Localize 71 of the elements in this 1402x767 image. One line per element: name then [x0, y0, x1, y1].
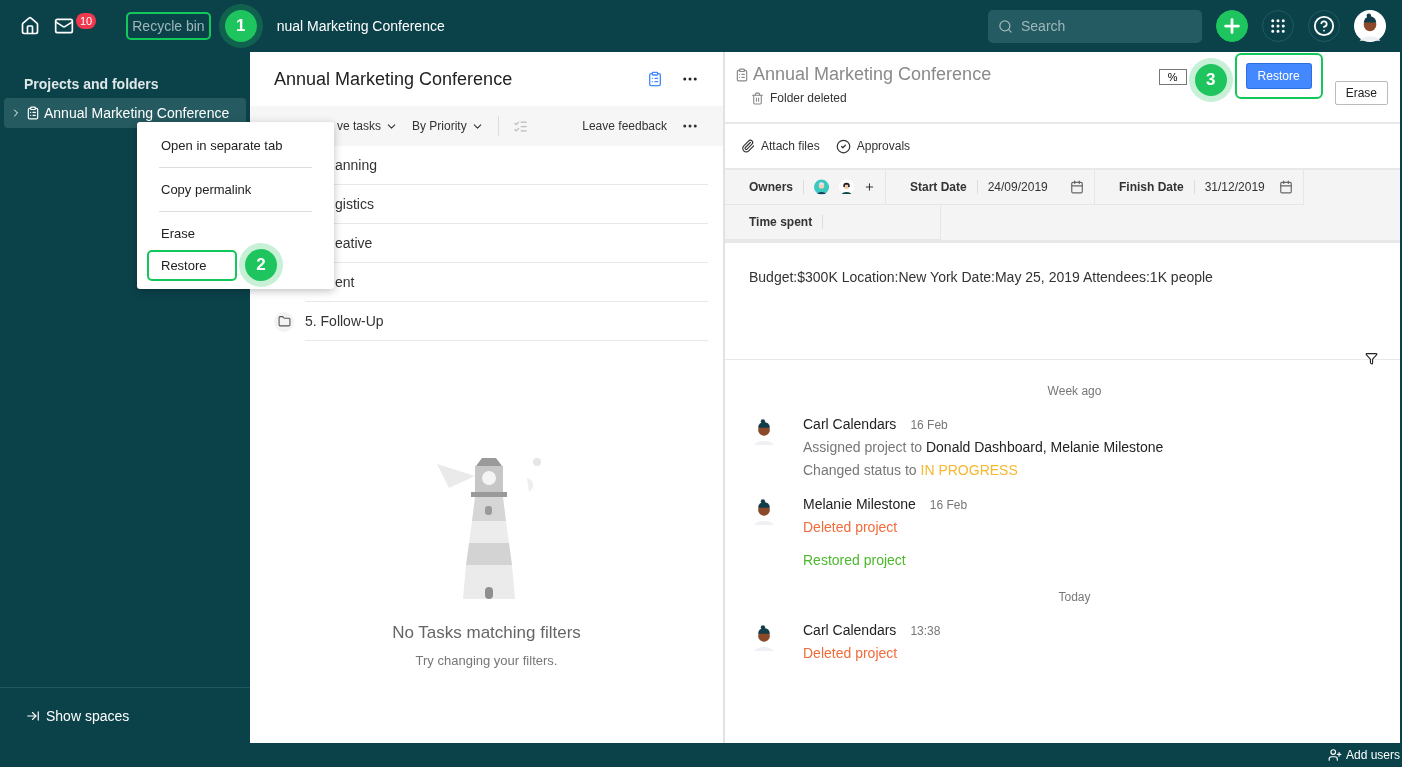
- home-icon[interactable]: [20, 16, 40, 36]
- approvals-button[interactable]: Approvals: [835, 138, 911, 154]
- status-label: Folder deleted: [770, 91, 847, 105]
- feedback-link[interactable]: Leave feedback: [582, 119, 667, 133]
- field-label: Start Date: [910, 180, 978, 194]
- plus-icon: [1221, 15, 1243, 37]
- empty-state-title: No Tasks matching filters: [392, 623, 581, 643]
- sidebar-item[interactable]: Annual Marketing Conference: [4, 98, 246, 128]
- folder-row[interactable]: ent: [305, 263, 708, 302]
- help-icon: [1313, 15, 1335, 37]
- attach-files-button[interactable]: Attach files: [741, 139, 820, 153]
- empty-state-hint: Try changing your filters.: [415, 653, 558, 668]
- sidebar-heading: Projects and folders: [23, 75, 160, 94]
- project-icon: [26, 106, 40, 120]
- sidebar-item-label: Annual Marketing Conference: [44, 105, 230, 121]
- field-label: Time spent: [749, 215, 824, 229]
- author-name: Carl Calendars: [803, 622, 897, 638]
- user-avatar: [1354, 10, 1386, 42]
- calendar-icon[interactable]: [1279, 180, 1293, 194]
- filter-icon[interactable]: [1365, 352, 1378, 365]
- percent-button[interactable]: %: [1158, 69, 1187, 85]
- add-user-icon: [1327, 748, 1342, 762]
- step-marker: 2: [245, 249, 277, 281]
- breadcrumb-link[interactable]: nual Marketing Conference: [270, 12, 451, 40]
- field-label: Owners: [749, 180, 804, 194]
- panel-title: Annual Marketing Conference: [274, 68, 514, 90]
- arrow-icon: [26, 708, 40, 723]
- date-divider: Today: [1057, 590, 1092, 604]
- timestamp: 13:38: [910, 624, 941, 638]
- project-icon: [735, 67, 749, 82]
- breadcrumb-link[interactable]: Recycle bin: [126, 12, 211, 40]
- folder-row[interactable]: 5. Follow-Up: [305, 302, 708, 341]
- date-divider: Week ago: [1046, 384, 1103, 398]
- timestamp: 16 Feb: [929, 498, 968, 512]
- check-circle-icon: [835, 138, 851, 154]
- activity-text: Deleted project: [803, 519, 899, 535]
- mail-icon[interactable]: [54, 16, 74, 36]
- search-field[interactable]: Search: [988, 9, 1202, 43]
- erase-button[interactable]: Erase: [1334, 81, 1388, 105]
- author-name: Carl Calendars: [803, 416, 897, 432]
- step-marker: 3: [1194, 64, 1227, 96]
- owner-avatar: [814, 176, 830, 198]
- folder-row[interactable]: anning: [305, 146, 708, 185]
- filter-dropdown[interactable]: ve tasks: [337, 119, 398, 133]
- activity-text: Deleted project: [803, 645, 899, 661]
- add-button[interactable]: [1216, 10, 1248, 42]
- field-label: Finish Date: [1119, 180, 1195, 194]
- author-name: Melanie Milestone: [803, 496, 916, 512]
- sort-dropdown[interactable]: By Priority: [412, 119, 484, 133]
- step-marker: 1: [224, 10, 257, 42]
- folder-row[interactable]: eative: [305, 224, 708, 263]
- paperclip-icon: [741, 139, 755, 153]
- date-value[interactable]: 24/09/2019: [987, 180, 1060, 194]
- checklist-icon[interactable]: [512, 118, 528, 134]
- description-text: Budget:$300K Location:New York Date:May 25, 2019 Attendees:1K people: [725, 243, 1400, 360]
- timestamp: 16 Feb: [910, 418, 948, 432]
- folder-row[interactable]: gistics: [305, 185, 708, 224]
- grid-icon: [1269, 17, 1287, 35]
- search-icon: [998, 18, 1013, 34]
- activity-text: Assigned project to Donald Dashboard, Melanie Milestone: [803, 439, 1164, 455]
- menu-item[interactable]: Restore: [147, 249, 237, 281]
- calendar-icon[interactable]: [1070, 180, 1084, 194]
- notification-badge: 10: [76, 13, 97, 29]
- activity-text: Restored project: [803, 552, 907, 568]
- folder-title: Annual Marketing Conference: [753, 64, 993, 85]
- project-icon[interactable]: [647, 71, 663, 87]
- activity-text: Changed status to IN PROGRESS: [803, 462, 1019, 478]
- trash-icon: [751, 91, 764, 105]
- add-users-button[interactable]: Add users: [1327, 748, 1400, 762]
- folder-icon: [274, 311, 294, 332]
- date-value[interactable]: 31/12/2019: [1204, 180, 1269, 194]
